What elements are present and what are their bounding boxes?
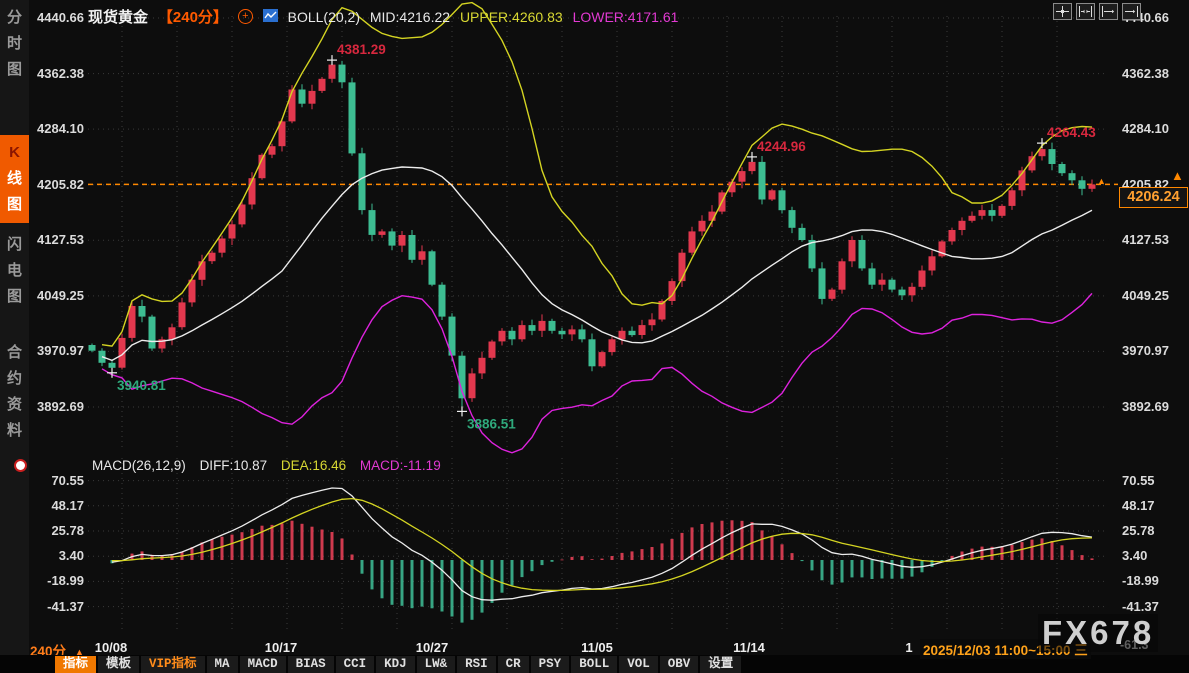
macd-axis-label-right: -41.37 — [1122, 599, 1184, 614]
macd-axis-label-right: 48.17 — [1122, 498, 1184, 513]
price-axis-label-left: 4362.38 — [28, 66, 84, 81]
svg-text:3940.81: 3940.81 — [117, 378, 166, 393]
boll-upper-value: UPPER:4260.83 — [460, 9, 563, 25]
date-axis-label: 11/05 — [567, 640, 627, 655]
price-axis-label-right: 3892.69 — [1122, 399, 1184, 414]
trading-app: 3940.81 4381.29 3886.51 4244.96 4264.43 分时图 K… — [0, 0, 1189, 673]
chart-canvas[interactable]: 3940.81 4381.29 3886.51 4244.96 4264.43 — [0, 0, 1189, 673]
toolbar-item-15[interactable]: OBV — [660, 656, 699, 673]
price-axis-label-right: 4127.53 — [1122, 232, 1184, 247]
toolbar-item-10[interactable]: RSI — [457, 656, 496, 673]
price-axis-label-left: 4049.25 — [28, 288, 84, 303]
toolbar-item-11[interactable]: CR — [498, 656, 529, 673]
macd-axis-label-right: 3.40 — [1122, 548, 1184, 563]
date-axis-label: 11/14 — [719, 640, 779, 655]
price-axis-label-right: 4049.25 — [1122, 288, 1184, 303]
sidebar-tab-2[interactable]: K线图 — [0, 135, 29, 223]
price-axis-label-right: 4284.10 — [1122, 121, 1184, 136]
chart-tools — [1053, 3, 1141, 20]
toolbar-item-6[interactable]: BIAS — [288, 656, 334, 673]
price-line-arrow-icon: ▲ — [1097, 176, 1106, 186]
mini-chart-icon[interactable] — [263, 9, 278, 25]
macd-dea-value: DEA:16.46 — [281, 458, 346, 473]
macd-header: MACD(26,12,9) DIFF:10.87 DEA:16.46 MACD:… — [92, 458, 451, 473]
toolbar-item-9[interactable]: LW& — [417, 656, 456, 673]
alert-icon[interactable] — [16, 461, 25, 470]
svg-text:4264.43: 4264.43 — [1047, 125, 1096, 140]
boll-params: BOLL(20,2) — [288, 9, 360, 25]
toolbar-item-4[interactable]: MA — [207, 656, 238, 673]
macd-axis-label-left: 3.40 — [28, 548, 84, 563]
sidebar-tab-1[interactable]: 分时图 — [0, 5, 29, 83]
indicator-toolbar: 指标模板VIP指标MAMACDBIASCCIKDJLW&RSICRPSYBOLL… — [55, 656, 741, 673]
price-axis-label-left: 4440.66 — [28, 10, 84, 25]
toolbar-item-14[interactable]: VOL — [619, 656, 658, 673]
macd-params-label: MACD(26,12,9) — [92, 458, 186, 473]
macd-macd-value: MACD:-11.19 — [360, 458, 441, 473]
svg-text:4244.96: 4244.96 — [757, 139, 806, 154]
macd-axis-label-left: 25.78 — [28, 523, 84, 538]
price-axis-label-left: 4284.10 — [28, 121, 84, 136]
toolbar-item-1[interactable]: 指标 — [55, 656, 96, 673]
current-price-tag: 4206.24 — [1119, 187, 1188, 208]
pan-right-icon[interactable] — [1122, 3, 1141, 20]
macd-axis-label-right: -18.99 — [1122, 573, 1184, 588]
date-axis-label: 10/08 — [81, 640, 141, 655]
sidebar: 分时图 K线图闪电图合约资料 — [0, 0, 29, 655]
toolbar-item-2[interactable]: 模板 — [98, 656, 139, 673]
add-circle-icon[interactable]: + — [238, 9, 253, 24]
symbol-title: 现货黄金 — [88, 9, 148, 26]
watermark: FX678 — [1038, 614, 1158, 652]
sidebar-tab-3[interactable]: 闪电图 — [0, 232, 29, 310]
date-axis-label: 10/27 — [402, 640, 462, 655]
zoom-compress-icon[interactable] — [1076, 3, 1095, 20]
svg-text:4381.29: 4381.29 — [337, 42, 386, 57]
macd-axis-label-left: 70.55 — [28, 473, 84, 488]
chart-header: 现货黄金 【240分】 + BOLL(20,2) MID:4216.22 UPP… — [88, 6, 684, 27]
toolbar-item-5[interactable]: MACD — [240, 656, 286, 673]
price-axis-label-right: 4362.38 — [1122, 66, 1184, 81]
zoom-expand-icon[interactable] — [1099, 3, 1118, 20]
boll-lower-value: LOWER:4171.61 — [573, 9, 679, 25]
svg-text:3886.51: 3886.51 — [467, 416, 516, 431]
macd-axis-label-right: 70.55 — [1122, 473, 1184, 488]
macd-axis-label-left: -18.99 — [28, 573, 84, 588]
boll-mid-value: MID:4216.22 — [370, 9, 450, 25]
price-axis-label-right: 3970.97 — [1122, 343, 1184, 358]
current-price-value: 4206.24 — [1127, 189, 1179, 205]
period-label[interactable]: 【240分】 — [158, 9, 228, 26]
price-axis-label-left: 4127.53 — [28, 232, 84, 247]
crosshair-icon[interactable] — [1053, 3, 1072, 20]
macd-diff-value: DIFF:10.87 — [200, 458, 268, 473]
price-up-arrow-icon: ▲ — [1171, 168, 1184, 183]
sidebar-tab-4[interactable]: 合约资料 — [0, 340, 29, 444]
toolbar-item-7[interactable]: CCI — [336, 656, 375, 673]
price-axis-label-left: 3970.97 — [28, 343, 84, 358]
macd-axis-label-left: 48.17 — [28, 498, 84, 513]
macd-axis-label-right: 25.78 — [1122, 523, 1184, 538]
toolbar-item-3[interactable]: VIP指标 — [141, 656, 205, 673]
date-axis-label: 10/17 — [251, 640, 311, 655]
price-axis-label-left: 3892.69 — [28, 399, 84, 414]
price-axis-label-left: 4205.82 — [28, 177, 84, 192]
toolbar-item-13[interactable]: BOLL — [571, 656, 617, 673]
toolbar-item-12[interactable]: PSY — [531, 656, 570, 673]
toolbar-item-16[interactable]: 设置 — [700, 656, 741, 673]
toolbar-item-8[interactable]: KDJ — [376, 656, 415, 673]
macd-axis-label-left: -41.37 — [28, 599, 84, 614]
